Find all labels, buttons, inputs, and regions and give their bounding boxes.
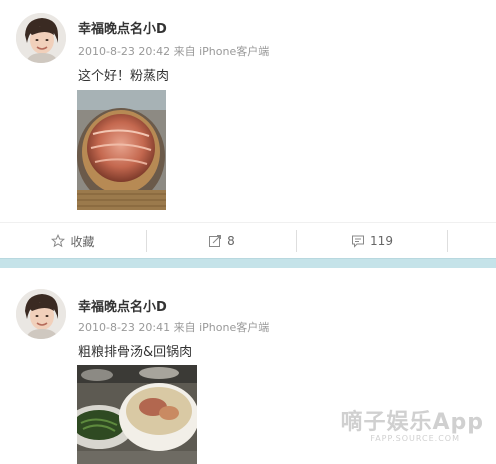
watermark-sub: FAPP.SOURCE.COM [370,434,460,443]
username[interactable]: 幸福晚点名小D [78,296,167,315]
comment-icon [352,235,365,248]
post-meta: 2010-8-23 20:41 来自 iPhone客户端 [78,321,270,334]
favorite-label: 收藏 [70,234,95,249]
steamed-pork-photo [77,90,166,210]
post-photo[interactable] [77,90,166,210]
avatar-image [16,13,66,63]
weibo-feed: 幸福晚点名小D 2010-8-23 20:42 来自 iPhone客户端 这个好… [0,0,496,464]
post-separator [0,258,496,268]
soup-and-pork-photo [77,365,197,464]
repost-count: 8 [227,234,235,248]
username[interactable]: 幸福晚点名小D [78,18,167,37]
star-icon [51,234,66,248]
post-text: 粗粮排骨汤&回锅肉 [78,345,193,360]
post-text: 这个好！粉蒸肉 [78,69,170,84]
action-bar: 收藏 8 119 [0,222,496,259]
avatar[interactable] [16,13,66,63]
post-card: 幸福晚点名小D 2010-8-23 20:42 来自 iPhone客户端 这个好… [0,0,496,258]
repost-button[interactable]: 8 [147,223,296,259]
separator-line [0,258,496,259]
watermark: 嘀子娱乐App [340,410,484,435]
favorite-button[interactable]: 收藏 [0,223,146,259]
comment-count: 119 [370,234,393,248]
avatar-image [16,289,66,339]
repost-icon [209,235,222,247]
avatar[interactable] [16,289,66,339]
divider [447,230,448,252]
post-photo[interactable] [77,365,197,464]
comment-button[interactable]: 119 [297,223,447,259]
post-meta: 2010-8-23 20:42 来自 iPhone客户端 [78,45,270,58]
